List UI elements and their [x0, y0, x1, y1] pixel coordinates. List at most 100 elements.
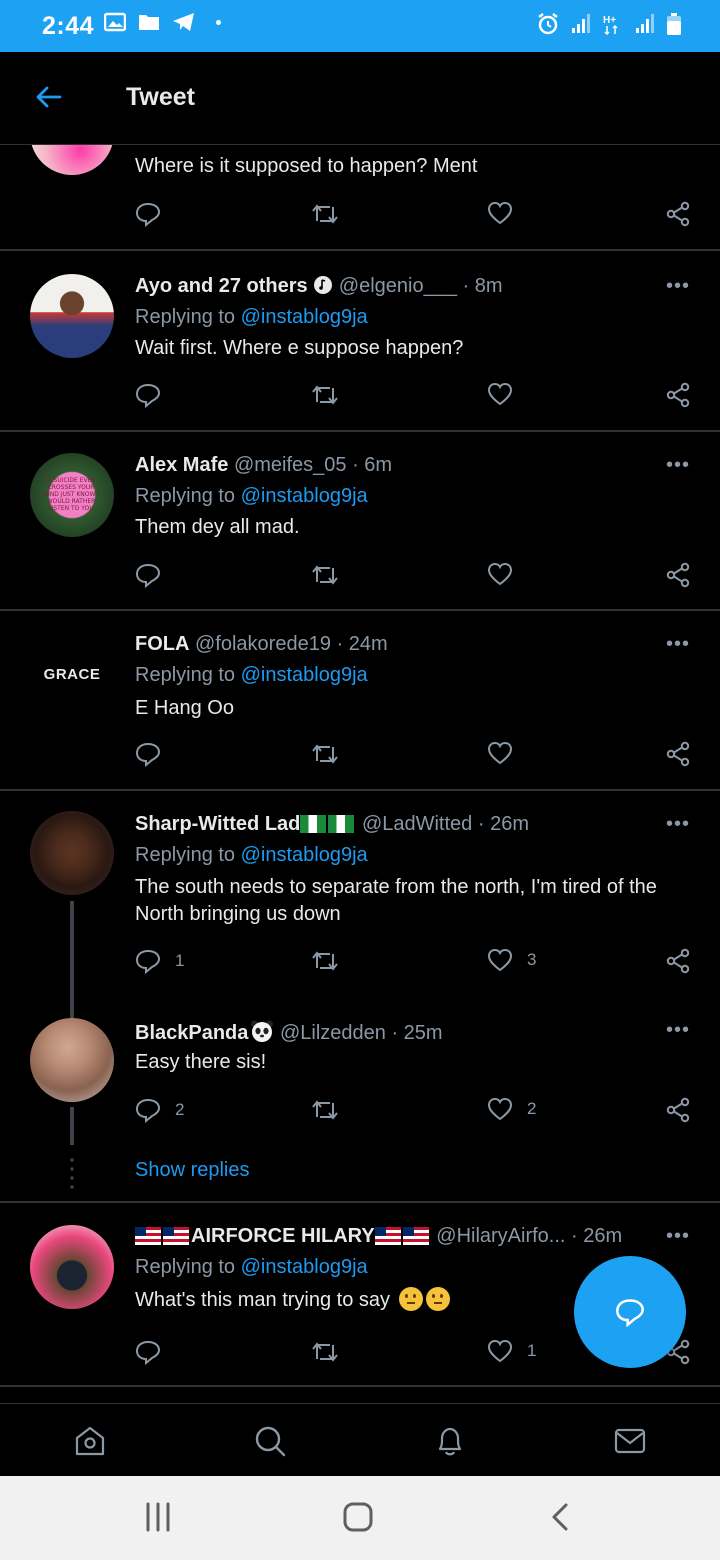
notifications-icon[interactable] — [433, 1424, 467, 1458]
share-button[interactable] — [665, 948, 691, 974]
tweet-text: Wait first. Where e suppose happen? — [135, 337, 464, 359]
alarm-icon — [538, 13, 558, 35]
share-icon — [666, 741, 690, 767]
display-name[interactable]: Ayo and 27 others — [135, 275, 308, 297]
user-handle[interactable]: @folakorede19 — [195, 633, 331, 655]
share-icon — [666, 382, 690, 408]
more-options-icon[interactable]: ••• — [666, 1225, 690, 1248]
more-options-icon[interactable]: ••• — [666, 633, 690, 656]
replying-to-link[interactable]: @instablog9ja — [241, 664, 368, 686]
back-system-icon[interactable] — [546, 1502, 576, 1532]
avatar[interactable] — [30, 145, 114, 175]
retweet-icon — [312, 951, 338, 971]
replying-to-link[interactable]: @instablog9ja — [241, 485, 368, 507]
display-name[interactable]: AIRFORCE HILARY — [191, 1225, 375, 1247]
reply-button[interactable] — [135, 562, 161, 588]
home-icon[interactable] — [73, 1424, 107, 1458]
tweet-text: The south needs to separate from the nor… — [135, 876, 657, 925]
like-button[interactable]: 1 — [487, 1339, 536, 1363]
like-button[interactable] — [487, 382, 513, 406]
reply-button[interactable]: 2 — [135, 1097, 184, 1123]
tweet[interactable]: IF SUICIDE EVER CROSSES YOUR MIND JUST K… — [0, 432, 720, 609]
reply-icon — [135, 563, 161, 588]
retweet-button[interactable] — [311, 1339, 339, 1365]
notification-dot-icon — [216, 19, 221, 25]
reply-button[interactable] — [135, 382, 161, 408]
home-system-icon[interactable] — [342, 1501, 374, 1533]
tweet[interactable]: Sharp-Witted Lad @LadWitted · 26m ••• Re… — [0, 791, 720, 997]
avatar[interactable] — [30, 274, 114, 358]
display-name[interactable]: FOLA — [135, 633, 189, 655]
avatar[interactable] — [30, 811, 114, 895]
user-handle[interactable]: @HilaryAirfo... — [436, 1225, 565, 1247]
retweet-button[interactable] — [311, 382, 339, 408]
replying-to-link[interactable]: @instablog9ja — [241, 1256, 368, 1278]
tweet-time: · 6m — [352, 454, 393, 476]
like-count: 1 — [527, 1341, 537, 1360]
replying-to: Replying to @instablog9ja — [135, 844, 368, 866]
replying-to: Replying to @instablog9ja — [135, 306, 368, 328]
avatar[interactable] — [30, 1018, 114, 1102]
tweet[interactable]: BlackPanda @Lilzedden · 25m ••• Easy the… — [0, 997, 720, 1201]
tweet[interactable]: Ayo and 27 others @elgenio___ · 8m ••• R… — [0, 251, 720, 430]
reply-button[interactable] — [135, 1339, 161, 1365]
show-replies-link[interactable]: Show replies — [135, 1159, 250, 1182]
display-name[interactable]: BlackPanda — [135, 1022, 248, 1044]
like-button[interactable]: 3 — [487, 948, 536, 972]
retweet-button[interactable] — [311, 948, 339, 974]
status-time: 2:44 — [42, 12, 95, 40]
share-button[interactable] — [665, 741, 691, 767]
replying-to-link[interactable]: @instablog9ja — [241, 306, 368, 328]
tweet-text: Where is it supposed to happen? Ment — [135, 155, 478, 177]
compose-reply-button[interactable] — [574, 1256, 686, 1368]
back-arrow-icon[interactable] — [34, 82, 64, 112]
tweet-feed[interactable]: Where is it supposed to happen? Ment Ayo… — [0, 145, 720, 1403]
user-handle[interactable]: @elgenio___ — [339, 275, 457, 297]
share-button[interactable] — [665, 1097, 691, 1123]
retweet-button[interactable] — [311, 562, 339, 588]
share-button[interactable] — [665, 382, 691, 408]
retweet-button[interactable] — [311, 741, 339, 767]
divider — [0, 1385, 720, 1387]
like-button[interactable] — [487, 741, 513, 765]
tweet-header: Sharp-Witted Lad @LadWitted · 26m — [135, 813, 529, 836]
display-name[interactable]: Alex Mafe — [135, 454, 228, 476]
share-button[interactable] — [665, 562, 691, 588]
like-button[interactable] — [487, 201, 513, 225]
heart-icon — [487, 741, 513, 765]
share-button[interactable] — [665, 201, 691, 227]
tweet[interactable]: GRACE FOLA @folakorede19 · 24m ••• Reply… — [0, 611, 720, 789]
tweet-text-content: What's this man trying to say — [135, 1289, 391, 1311]
battery-icon — [667, 13, 681, 35]
tweet-time: · 26m — [477, 813, 529, 835]
reply-button[interactable] — [135, 201, 161, 227]
like-count: 2 — [527, 1099, 537, 1118]
retweet-button[interactable] — [311, 1097, 339, 1123]
reply-button[interactable] — [135, 741, 161, 767]
tweet-partial[interactable]: Where is it supposed to happen? Ment — [0, 145, 720, 251]
retweet-icon — [312, 744, 338, 764]
user-handle[interactable]: @LadWitted — [362, 813, 472, 835]
replying-to-link[interactable]: @instablog9ja — [241, 844, 368, 866]
more-options-icon[interactable]: ••• — [666, 275, 690, 298]
recent-apps-icon[interactable] — [143, 1502, 173, 1532]
search-icon[interactable] — [253, 1424, 287, 1458]
avatar[interactable] — [30, 1225, 114, 1309]
more-options-icon[interactable]: ••• — [666, 813, 690, 836]
avatar[interactable]: IF SUICIDE EVER CROSSES YOUR MIND JUST K… — [30, 453, 114, 537]
retweet-button[interactable] — [311, 201, 339, 227]
user-handle[interactable]: @meifes_05 — [234, 454, 347, 476]
gallery-icon — [104, 12, 126, 32]
reply-button[interactable]: 1 — [135, 948, 184, 974]
page-title: Tweet — [126, 83, 195, 111]
display-name[interactable]: Sharp-Witted Lad — [135, 813, 300, 835]
messages-icon[interactable] — [613, 1424, 647, 1458]
like-button[interactable] — [487, 562, 513, 586]
more-options-icon[interactable]: ••• — [666, 454, 690, 477]
heart-icon — [487, 201, 513, 225]
music-badge-icon — [314, 276, 333, 294]
user-handle[interactable]: @Lilzedden — [280, 1022, 386, 1044]
more-options-icon[interactable]: ••• — [666, 1019, 690, 1042]
like-button[interactable]: 2 — [487, 1097, 536, 1121]
avatar[interactable]: GRACE — [30, 632, 114, 716]
